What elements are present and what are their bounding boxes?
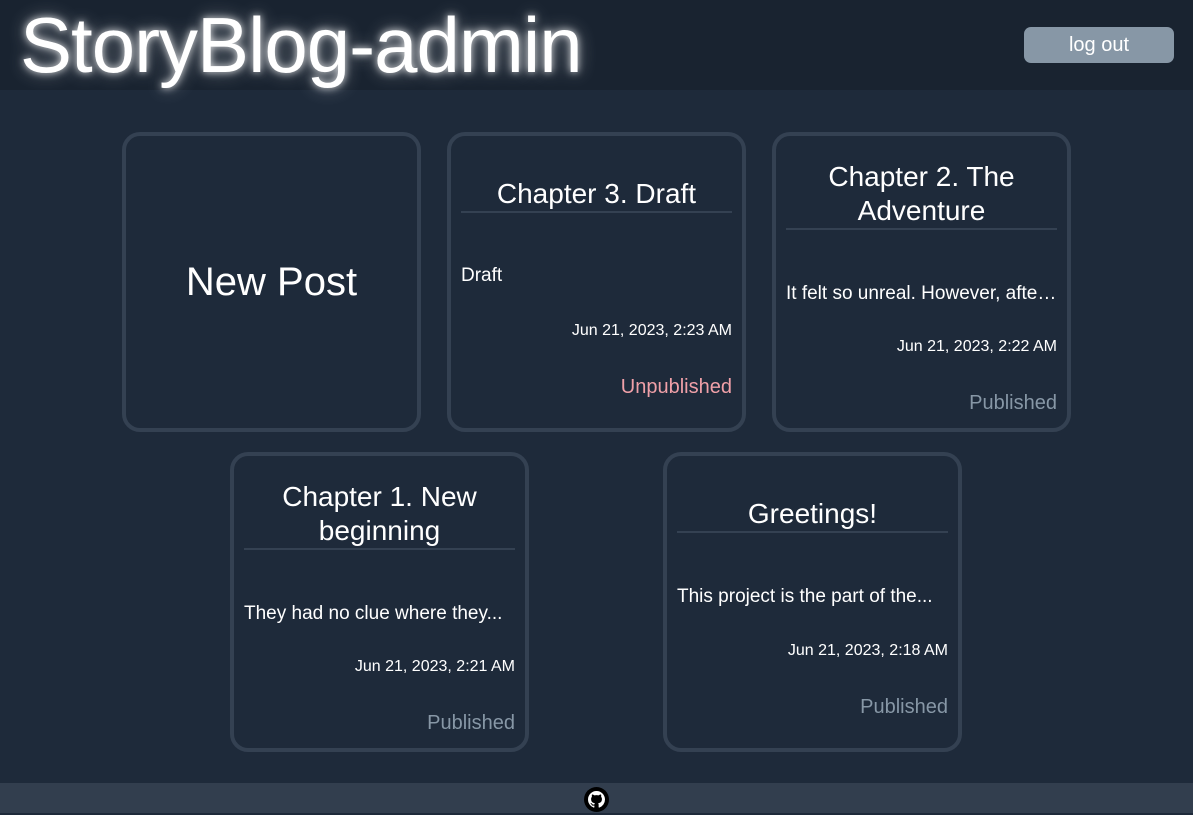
header: StoryBlog-admin log out bbox=[0, 0, 1193, 90]
logout-button[interactable]: log out bbox=[1024, 27, 1174, 63]
post-card[interactable]: Chapter 3. Draft Draft Jun 21, 2023, 2:2… bbox=[447, 132, 746, 432]
post-title: Chapter 2. The Adventure bbox=[786, 160, 1057, 230]
post-title: Greetings! bbox=[677, 497, 948, 533]
post-date: Jun 21, 2023, 2:22 AM bbox=[896, 338, 1057, 355]
site-title: StoryBlog-admin bbox=[20, 1, 583, 89]
new-post-label: New Post bbox=[185, 259, 358, 304]
post-date: Jun 21, 2023, 2:23 AM bbox=[571, 322, 732, 339]
footer bbox=[0, 783, 1193, 813]
post-excerpt: Draft bbox=[461, 265, 503, 286]
post-excerpt: It felt so unreal. However, after... bbox=[786, 283, 1057, 304]
post-excerpt: This project is the part of the... bbox=[677, 586, 933, 607]
post-title: Chapter 1. New beginning bbox=[244, 480, 515, 550]
github-icon[interactable] bbox=[584, 787, 609, 812]
post-excerpt: They had no clue where they... bbox=[244, 603, 503, 624]
new-post-card[interactable]: New Post bbox=[122, 132, 421, 432]
status-badge: Published bbox=[427, 712, 515, 734]
status-badge: Published bbox=[969, 392, 1057, 414]
post-date: Jun 21, 2023, 2:21 AM bbox=[354, 658, 515, 675]
post-card[interactable]: Chapter 2. The Adventure It felt so unre… bbox=[772, 132, 1071, 432]
post-date: Jun 21, 2023, 2:18 AM bbox=[787, 642, 948, 659]
status-badge: Unpublished bbox=[620, 376, 732, 398]
post-card[interactable]: Chapter 1. New beginning They had no clu… bbox=[230, 452, 529, 752]
post-card[interactable]: Greetings! This project is the part of t… bbox=[663, 452, 962, 752]
status-badge: Published bbox=[860, 696, 948, 718]
post-title: Chapter 3. Draft bbox=[461, 177, 732, 213]
